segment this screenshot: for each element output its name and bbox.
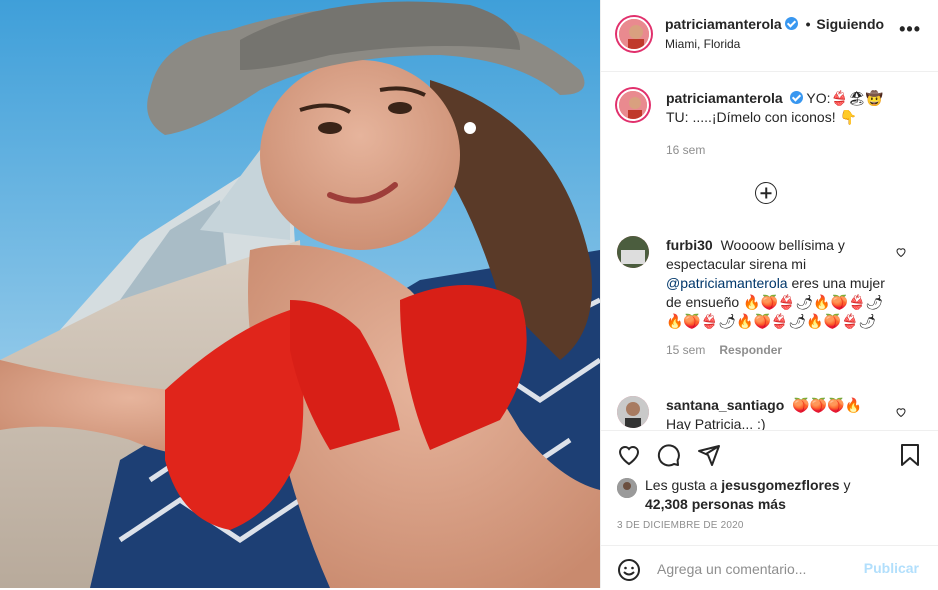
separator-dot: • bbox=[805, 16, 811, 32]
post-actions: Les gusta a jesusgomezflores y 42,308 pe… bbox=[601, 430, 938, 589]
commenter-avatar[interactable] bbox=[617, 396, 649, 428]
post-photo[interactable] bbox=[0, 0, 600, 588]
verified-badge-icon bbox=[784, 17, 798, 30]
more-options-icon[interactable]: ••• bbox=[899, 20, 921, 38]
comment-text-2: Hay Patricia... :) bbox=[666, 416, 766, 430]
caption-username[interactable]: patriciamanterola bbox=[666, 90, 783, 106]
commenter-avatar[interactable] bbox=[617, 236, 649, 268]
liker-username[interactable]: jesusgomezflores bbox=[721, 477, 839, 493]
following-button[interactable]: Siguiendo bbox=[816, 16, 884, 32]
likes-prefix: Les gusta a bbox=[645, 477, 718, 493]
comment-like-heart-icon[interactable] bbox=[895, 406, 907, 418]
comment-meta: 15 sem Responder bbox=[666, 341, 896, 360]
comment-body: santana_santiago 🍑🍑🍑🔥 Hay Patricia... :) bbox=[666, 396, 896, 430]
author-username[interactable]: patriciamanterola bbox=[665, 16, 782, 32]
caption-time[interactable]: 16 sem bbox=[666, 141, 936, 160]
comment-username[interactable]: santana_santiago bbox=[666, 397, 784, 413]
caption-body: patriciamanterola YO:👙🏖🤠 TU: .....¡Dímel… bbox=[666, 89, 936, 160]
bookmark-icon[interactable] bbox=[899, 443, 921, 470]
reply-button[interactable]: Responder bbox=[719, 343, 782, 357]
caption-avatar[interactable] bbox=[617, 89, 649, 121]
likes-text: Les gusta a jesusgomezflores y 42,308 pe… bbox=[645, 476, 850, 514]
author-line: patriciamanterola • Siguiendo bbox=[665, 16, 884, 32]
comments-section[interactable]: patriciamanterola YO:👙🏖🤠 TU: .....¡Dímel… bbox=[601, 72, 938, 430]
likes-count[interactable]: 42,308 personas más bbox=[645, 496, 786, 512]
comment-icon[interactable] bbox=[657, 443, 681, 470]
load-more-comments-plus-icon[interactable] bbox=[755, 182, 777, 204]
comment-body: furbi30 Woooow bellísima y espectacular … bbox=[666, 236, 896, 360]
liker-avatar[interactable] bbox=[617, 478, 637, 498]
likes-suffix: y bbox=[843, 477, 851, 493]
comment-text: 🍑🍑🍑🔥 bbox=[792, 397, 862, 413]
likes-summary: Les gusta a jesusgomezflores y 42,308 pe… bbox=[617, 476, 850, 514]
add-comment-bar: Publicar bbox=[601, 545, 938, 590]
comment-username[interactable]: furbi30 bbox=[666, 237, 713, 253]
caption-line1: YO:👙🏖🤠 bbox=[806, 90, 884, 106]
share-icon[interactable] bbox=[697, 443, 721, 470]
author-avatar[interactable] bbox=[617, 17, 651, 51]
emoji-icon[interactable] bbox=[617, 558, 641, 585]
post-date[interactable]: 3 DE DICIEMBRE DE 2020 bbox=[617, 520, 744, 531]
caption-line2: TU: .....¡Dímelo con iconos! 👇 bbox=[666, 109, 857, 125]
action-icons-row bbox=[617, 443, 733, 470]
beach-selfie-image bbox=[0, 0, 600, 588]
publish-button[interactable]: Publicar bbox=[864, 560, 919, 576]
verified-badge-icon bbox=[789, 91, 803, 104]
comment-like-heart-icon[interactable] bbox=[895, 246, 907, 258]
post-location[interactable]: Miami, Florida bbox=[665, 37, 740, 51]
comment-time[interactable]: 15 sem bbox=[666, 343, 705, 357]
post-side-panel: patriciamanterola • Siguiendo Miami, Flo… bbox=[600, 0, 938, 588]
comment-mention-link[interactable]: @patriciamanterola bbox=[666, 275, 788, 291]
post-header: patriciamanterola • Siguiendo Miami, Flo… bbox=[601, 0, 938, 72]
heart-icon[interactable] bbox=[617, 443, 641, 470]
comment-input[interactable] bbox=[655, 556, 849, 582]
instagram-post-view: patriciamanterola • Siguiendo Miami, Flo… bbox=[0, 0, 938, 588]
